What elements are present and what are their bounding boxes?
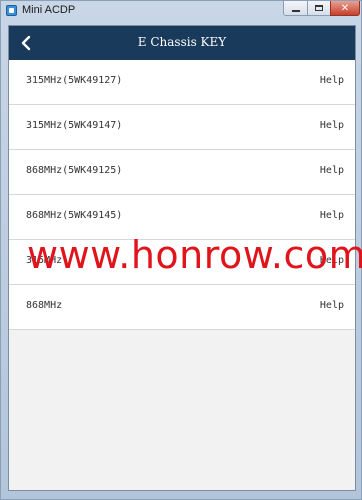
- list-item-label: 315MHz(5WK49127): [26, 75, 123, 86]
- page-title: E Chassis KEY: [137, 35, 227, 49]
- help-link[interactable]: Help: [320, 75, 344, 86]
- list-item-label: 315MHz(5WK49147): [26, 120, 123, 131]
- maximize-icon: [315, 5, 323, 11]
- title-bar: Mini ACDP ✕: [1, 1, 361, 21]
- list-item[interactable]: 315MHz(5WK49147) Help: [9, 105, 355, 150]
- help-link[interactable]: Help: [320, 210, 344, 221]
- list-item[interactable]: 868MHz(5WK49125) Help: [9, 150, 355, 195]
- help-link[interactable]: Help: [320, 300, 344, 311]
- list-item-label: 868MHz(5WK49125): [26, 165, 123, 176]
- app-icon: [6, 5, 17, 16]
- maximize-button[interactable]: [307, 1, 331, 16]
- close-icon: ✕: [340, 2, 350, 14]
- list-item-label: 868MHz(5WK49145): [26, 210, 123, 221]
- list-item-label: 315MHz: [26, 255, 63, 266]
- minimize-button[interactable]: [283, 1, 308, 16]
- list-item[interactable]: 315MHz(5WK49127) Help: [9, 60, 355, 105]
- minimize-icon: [291, 9, 300, 12]
- list-item[interactable]: 868MHz Help: [9, 285, 355, 330]
- help-link[interactable]: Help: [320, 120, 344, 131]
- window-title: Mini ACDP: [22, 4, 76, 16]
- close-button[interactable]: ✕: [330, 1, 360, 16]
- key-list: 315MHz(5WK49127) Help 315MHz(5WK49147) H…: [9, 60, 355, 330]
- list-item-label: 868MHz: [26, 300, 63, 311]
- nav-bar: E Chassis KEY: [9, 26, 355, 60]
- help-link[interactable]: Help: [320, 255, 344, 266]
- help-link[interactable]: Help: [320, 165, 344, 176]
- app-window: Mini ACDP ✕ E Chassis KEY 315MHz(5WK4912…: [0, 0, 362, 500]
- list-item[interactable]: 315MHz Help: [9, 240, 355, 285]
- list-item[interactable]: 868MHz(5WK49145) Help: [9, 195, 355, 240]
- app-content: E Chassis KEY 315MHz(5WK49127) Help 315M…: [8, 25, 356, 491]
